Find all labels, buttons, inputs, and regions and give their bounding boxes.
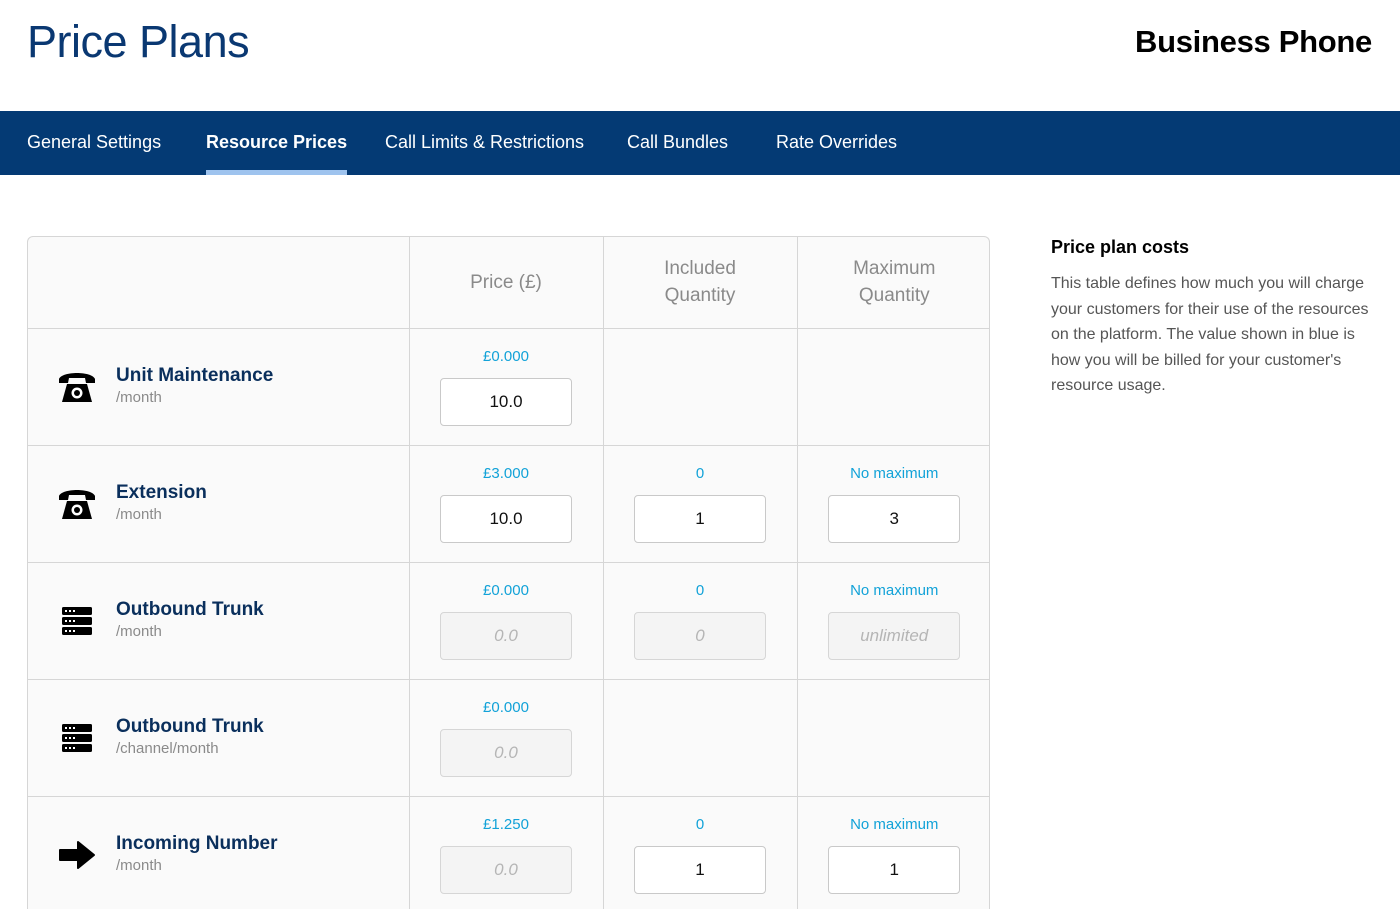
page-header: Price Plans Business Phone xyxy=(0,0,1400,111)
billed-price: £1.250 xyxy=(483,816,529,833)
included-quantity-cell: 0 xyxy=(603,562,798,680)
arrow-right-icon xyxy=(58,836,96,874)
price-cell: £1.250 xyxy=(409,796,604,909)
billed-included-quantity: 0 xyxy=(695,465,705,482)
resource-unit: /channel/month xyxy=(116,739,219,757)
resource-prices-table: Price (£) Included Quantity Maximum Quan… xyxy=(27,236,990,909)
resource-unit: /month xyxy=(116,622,162,640)
resource-cell: Extension /month xyxy=(28,445,410,563)
resource-unit: /month xyxy=(116,856,162,874)
resource-cell: Outbound Trunk /channel/month xyxy=(28,679,410,797)
table-row: Incoming Number /month £1.250 0 No maxim… xyxy=(28,796,989,909)
included-quantity-column-header: Included Quantity xyxy=(603,237,798,329)
resource-name: Outbound Trunk xyxy=(116,715,264,737)
maximum-quantity-cell xyxy=(797,328,989,446)
billed-maximum-quantity: No maximum xyxy=(850,465,939,482)
maximum-quantity-cell: No maximum xyxy=(797,445,989,563)
billed-maximum-quantity: No maximum xyxy=(850,816,939,833)
price-input[interactable] xyxy=(440,495,572,543)
maximum-quantity-input[interactable] xyxy=(828,846,961,894)
maximum-quantity-column-header: Maximum Quantity xyxy=(797,237,989,329)
telephone-icon xyxy=(58,368,96,406)
price-column-header: Price (£) xyxy=(409,237,604,329)
resource-cell: Unit Maintenance /month xyxy=(28,328,410,446)
included-quantity-cell: 0 xyxy=(603,796,798,909)
table-row: Outbound Trunk /month £0.000 0 No maximu… xyxy=(28,562,989,680)
billed-price: £0.000 xyxy=(483,348,529,365)
resource-name: Incoming Number xyxy=(116,832,278,854)
maximum-quantity-input[interactable] xyxy=(828,495,961,543)
billed-price: £3.000 xyxy=(483,465,529,482)
maximum-quantity-cell: No maximum xyxy=(797,796,989,909)
server-icon xyxy=(58,719,96,757)
table-header-row: Price (£) Included Quantity Maximum Quan… xyxy=(28,237,989,329)
price-input[interactable] xyxy=(440,612,572,660)
billed-price: £0.000 xyxy=(483,699,529,716)
product-name: Business Phone xyxy=(1135,24,1372,59)
tab-bar: General Settings Resource Prices Call Li… xyxy=(0,111,1400,175)
table-row: Outbound Trunk /channel/month £0.000 xyxy=(28,679,989,797)
maximum-quantity-cell: No maximum xyxy=(797,562,989,680)
billed-included-quantity: 0 xyxy=(695,582,705,599)
included-quantity-input[interactable] xyxy=(634,846,766,894)
help-text: This table defines how much you will cha… xyxy=(1051,275,1369,394)
page-title: Price Plans xyxy=(27,16,250,67)
included-quantity-input[interactable] xyxy=(634,495,766,543)
price-input[interactable] xyxy=(440,846,572,894)
tab-general-settings[interactable]: General Settings xyxy=(27,111,161,175)
billed-included-quantity: 0 xyxy=(695,816,705,833)
resource-unit: /month xyxy=(116,505,162,523)
resource-unit: /month xyxy=(116,388,162,406)
included-quantity-input[interactable] xyxy=(634,612,766,660)
help-title: Price plan costs xyxy=(1051,237,1190,257)
help-panel: Price plan costs This table defines how … xyxy=(1051,237,1371,399)
billed-price: £0.000 xyxy=(483,582,529,599)
table-row: Extension /month £3.000 0 No maximum xyxy=(28,445,989,563)
tab-resource-prices[interactable]: Resource Prices xyxy=(206,111,348,175)
price-cell: £0.000 xyxy=(409,328,604,446)
resource-cell: Outbound Trunk /month xyxy=(28,562,410,680)
tab-call-bundles[interactable]: Call Bundles xyxy=(627,111,728,175)
resource-cell: Incoming Number /month xyxy=(28,796,410,909)
included-quantity-cell xyxy=(603,679,798,797)
price-input[interactable] xyxy=(440,729,572,777)
resource-name: Extension xyxy=(116,481,207,503)
included-quantity-cell xyxy=(603,328,798,446)
resource-name: Outbound Trunk xyxy=(116,598,264,620)
server-icon xyxy=(58,602,96,640)
price-cell: £3.000 xyxy=(409,445,604,563)
maximum-quantity-input[interactable] xyxy=(828,612,961,660)
billed-maximum-quantity: No maximum xyxy=(850,582,939,599)
table-row: Unit Maintenance /month £0.000 xyxy=(28,328,989,446)
resource-name: Unit Maintenance xyxy=(116,364,274,386)
price-cell: £0.000 xyxy=(409,562,604,680)
price-cell: £0.000 xyxy=(409,679,604,797)
maximum-quantity-cell xyxy=(797,679,989,797)
price-input[interactable] xyxy=(440,378,572,426)
included-quantity-cell: 0 xyxy=(603,445,798,563)
tab-call-limits-restrictions[interactable]: Call Limits & Restrictions xyxy=(385,111,584,175)
tab-rate-overrides[interactable]: Rate Overrides xyxy=(776,111,897,175)
telephone-icon xyxy=(58,485,96,523)
resource-column-header xyxy=(28,237,410,329)
